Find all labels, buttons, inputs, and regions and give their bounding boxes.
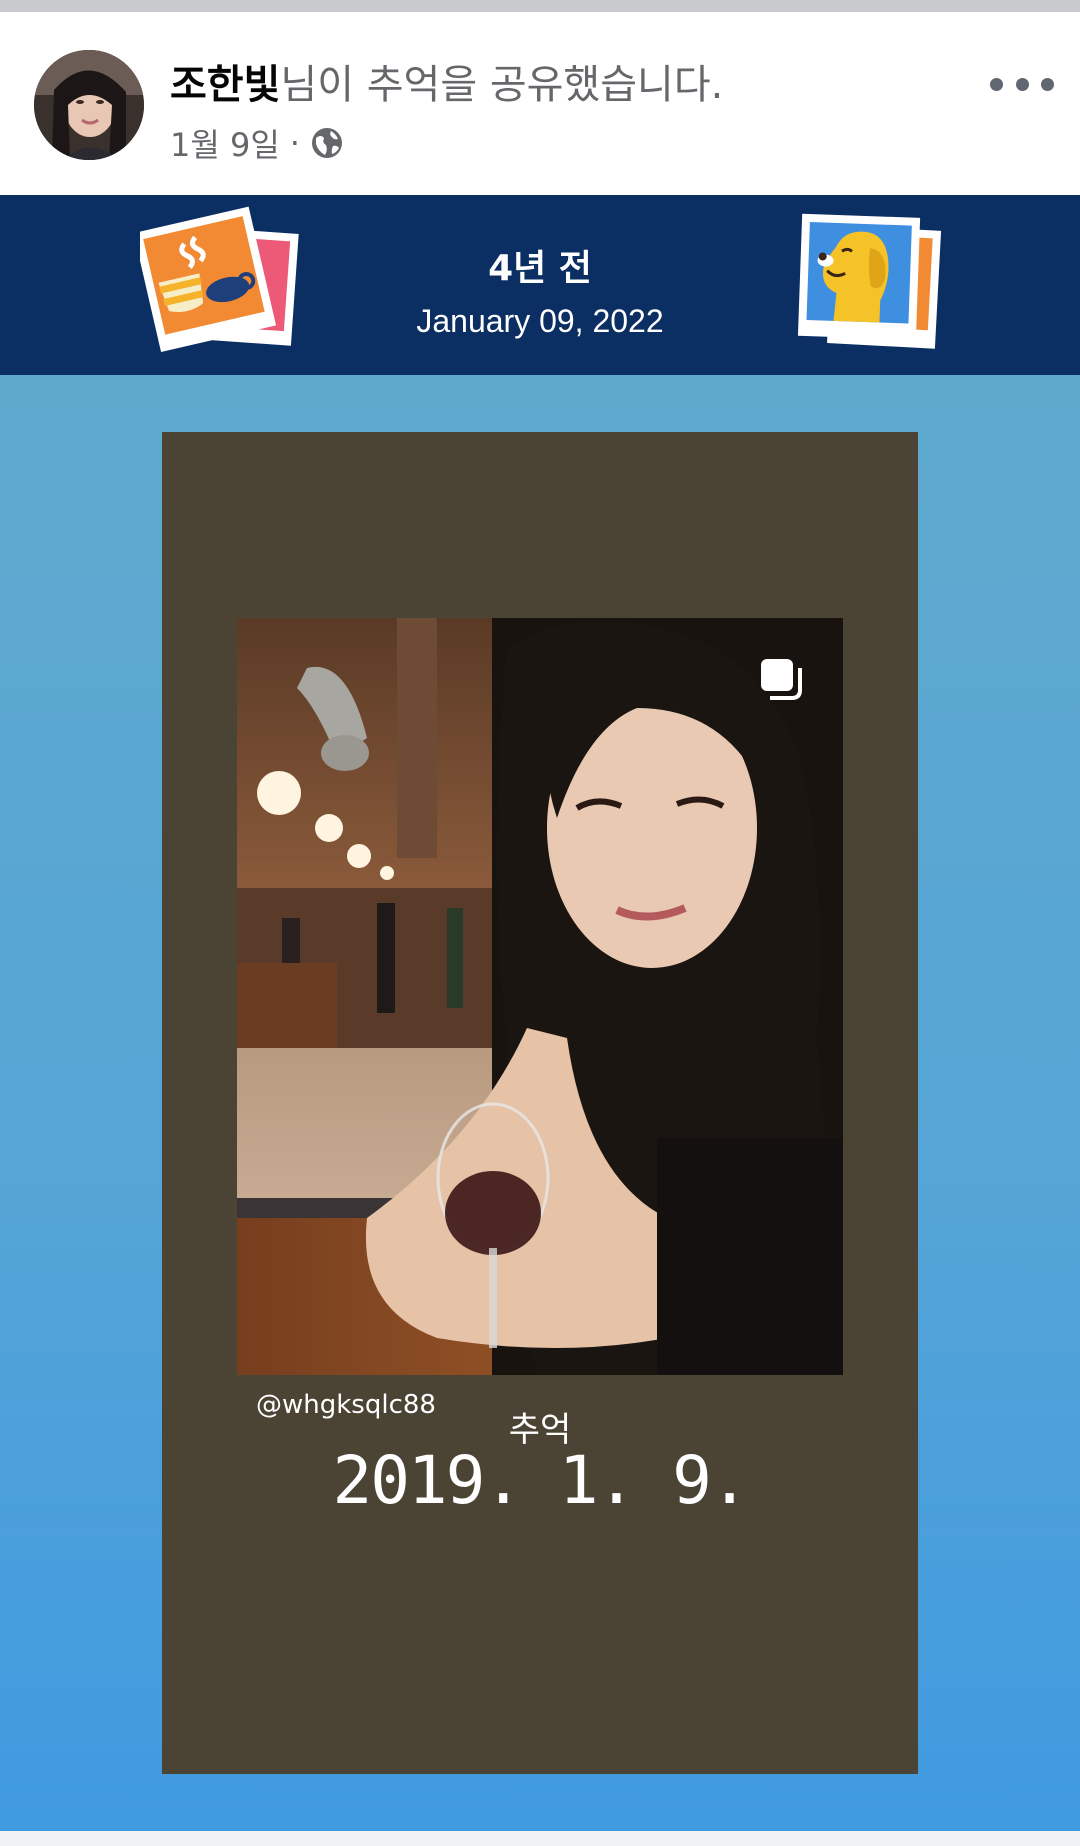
post-meta: 1월 9일 · bbox=[170, 120, 344, 166]
author-name[interactable]: 조한빛 bbox=[170, 62, 280, 108]
dog-photo-icon bbox=[797, 213, 942, 349]
photo-illustration bbox=[237, 618, 843, 1375]
more-dot bbox=[1041, 77, 1054, 91]
more-icon[interactable] bbox=[990, 64, 1054, 104]
post-header: 조한빛님이 추억을 공유했습니다. 1월 9일 · bbox=[0, 12, 1080, 195]
story-date: 2019. 1. 9. bbox=[332, 1442, 749, 1519]
more-dot bbox=[990, 77, 1003, 91]
more-dot bbox=[1015, 77, 1029, 91]
top-divider bbox=[0, 0, 1080, 12]
post-date[interactable]: 1월 9일 bbox=[170, 120, 280, 166]
coffee-cup-photo-icon bbox=[140, 206, 299, 352]
bottom-divider bbox=[0, 1831, 1080, 1846]
avatar-photo bbox=[34, 50, 144, 160]
post-action-text: 님이 추억을 공유했습니다. bbox=[280, 62, 724, 108]
memory-photo[interactable] bbox=[237, 618, 843, 1375]
multi-photo-icon[interactable] bbox=[758, 656, 804, 702]
meta-separator: · bbox=[289, 124, 300, 162]
globe-icon[interactable] bbox=[310, 126, 344, 160]
post-title: 조한빛님이 추억을 공유했습니다. bbox=[170, 52, 723, 110]
avatar[interactable] bbox=[34, 50, 144, 160]
